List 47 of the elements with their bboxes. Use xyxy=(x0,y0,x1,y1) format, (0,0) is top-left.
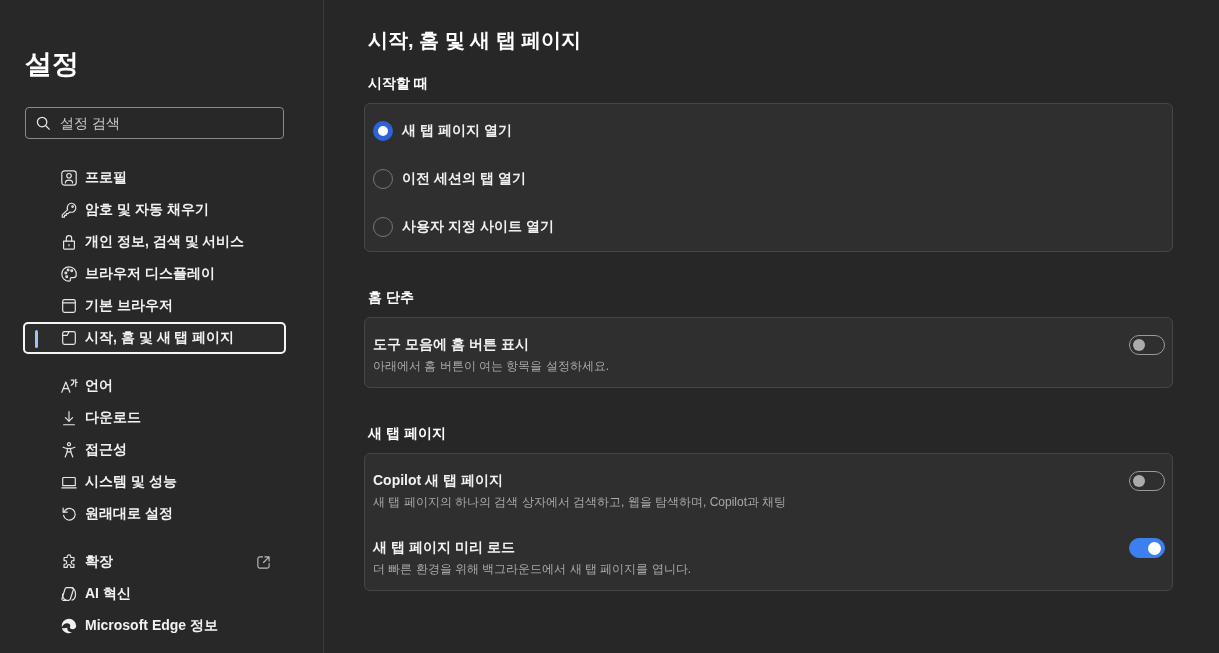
radio-button[interactable] xyxy=(373,121,393,141)
person-figure-icon xyxy=(60,441,78,459)
swirl-logo-icon xyxy=(60,617,78,635)
person-card-icon xyxy=(60,169,78,187)
sidebar-item[interactable]: 언어 xyxy=(23,370,286,402)
sidebar-item[interactable]: 확장 xyxy=(23,546,286,578)
circular-arrow-icon xyxy=(60,505,78,523)
arrow-down-icon xyxy=(60,409,78,427)
text-letters-icon xyxy=(60,377,78,395)
sidebar-item[interactable]: 접근성 xyxy=(23,434,286,466)
settings-title: 설정 xyxy=(25,48,79,81)
setting-description: 새 탭 페이지의 하나의 검색 상자에서 검색하고, 웹을 탐색하며, Copilot과 채팅 xyxy=(373,494,787,511)
sidebar-item[interactable]: AI 혁신 xyxy=(23,578,286,610)
window-icon xyxy=(60,297,78,315)
option-label: 사용자 지정 사이트 열기 xyxy=(402,218,554,236)
sidebar-item[interactable]: 브라우저 디스플레이 xyxy=(23,258,286,290)
palette-icon xyxy=(60,265,78,283)
external-link-icon xyxy=(256,554,271,570)
page-title: 시작, 홈 및 새 탭 페이지 xyxy=(368,28,582,53)
interlocking-shapes-icon xyxy=(60,585,78,603)
search-field[interactable]: 설정 검색 xyxy=(25,107,284,139)
setting-title: 새 탭 페이지 미리 로드 xyxy=(373,538,515,557)
setting-description: 더 빠른 환경을 위해 백그라운드에서 새 탭 페이지를 엽니다. xyxy=(373,561,691,578)
search-icon xyxy=(36,116,51,131)
sidebar-item[interactable]: 시작, 홈 및 새 탭 페이지 xyxy=(23,322,286,354)
key-icon xyxy=(60,201,78,219)
section-heading: 홈 단추 xyxy=(368,288,414,307)
setting-title: Copilot 새 탭 페이지 xyxy=(373,471,503,490)
section-heading: 시작할 때 xyxy=(368,74,428,93)
option-label: 이전 세션의 탭 열기 xyxy=(402,170,526,188)
tab-window-icon xyxy=(60,329,78,347)
section-heading: 새 탭 페이지 xyxy=(368,424,446,443)
sidebar-item[interactable]: 시스템 및 성능 xyxy=(23,466,286,498)
setting-title: 도구 모음에 홈 버튼 표시 xyxy=(373,335,529,354)
option-label: 새 탭 페이지 열기 xyxy=(402,122,512,140)
sidebar-item[interactable]: 개인 정보, 검색 및 서비스 xyxy=(23,226,286,258)
sidebar-item[interactable]: 원래대로 설정 xyxy=(23,498,286,530)
sidebar-item[interactable]: 암호 및 자동 채우기 xyxy=(23,194,286,226)
toggle-switch[interactable] xyxy=(1129,538,1165,558)
setting-description: 아래에서 홈 버튼이 여는 항목을 설정하세요. xyxy=(373,358,609,375)
sidebar-item[interactable]: 프로필 xyxy=(23,162,286,194)
lock-icon xyxy=(60,233,78,251)
puzzle-icon xyxy=(60,553,78,571)
sidebar-item[interactable]: 다운로드 xyxy=(23,402,286,434)
sidebar-item[interactable]: Microsoft Edge 정보 xyxy=(23,610,286,642)
selection-indicator-icon xyxy=(35,330,38,348)
sidebar-item[interactable]: 기본 브라우저 xyxy=(23,290,286,322)
